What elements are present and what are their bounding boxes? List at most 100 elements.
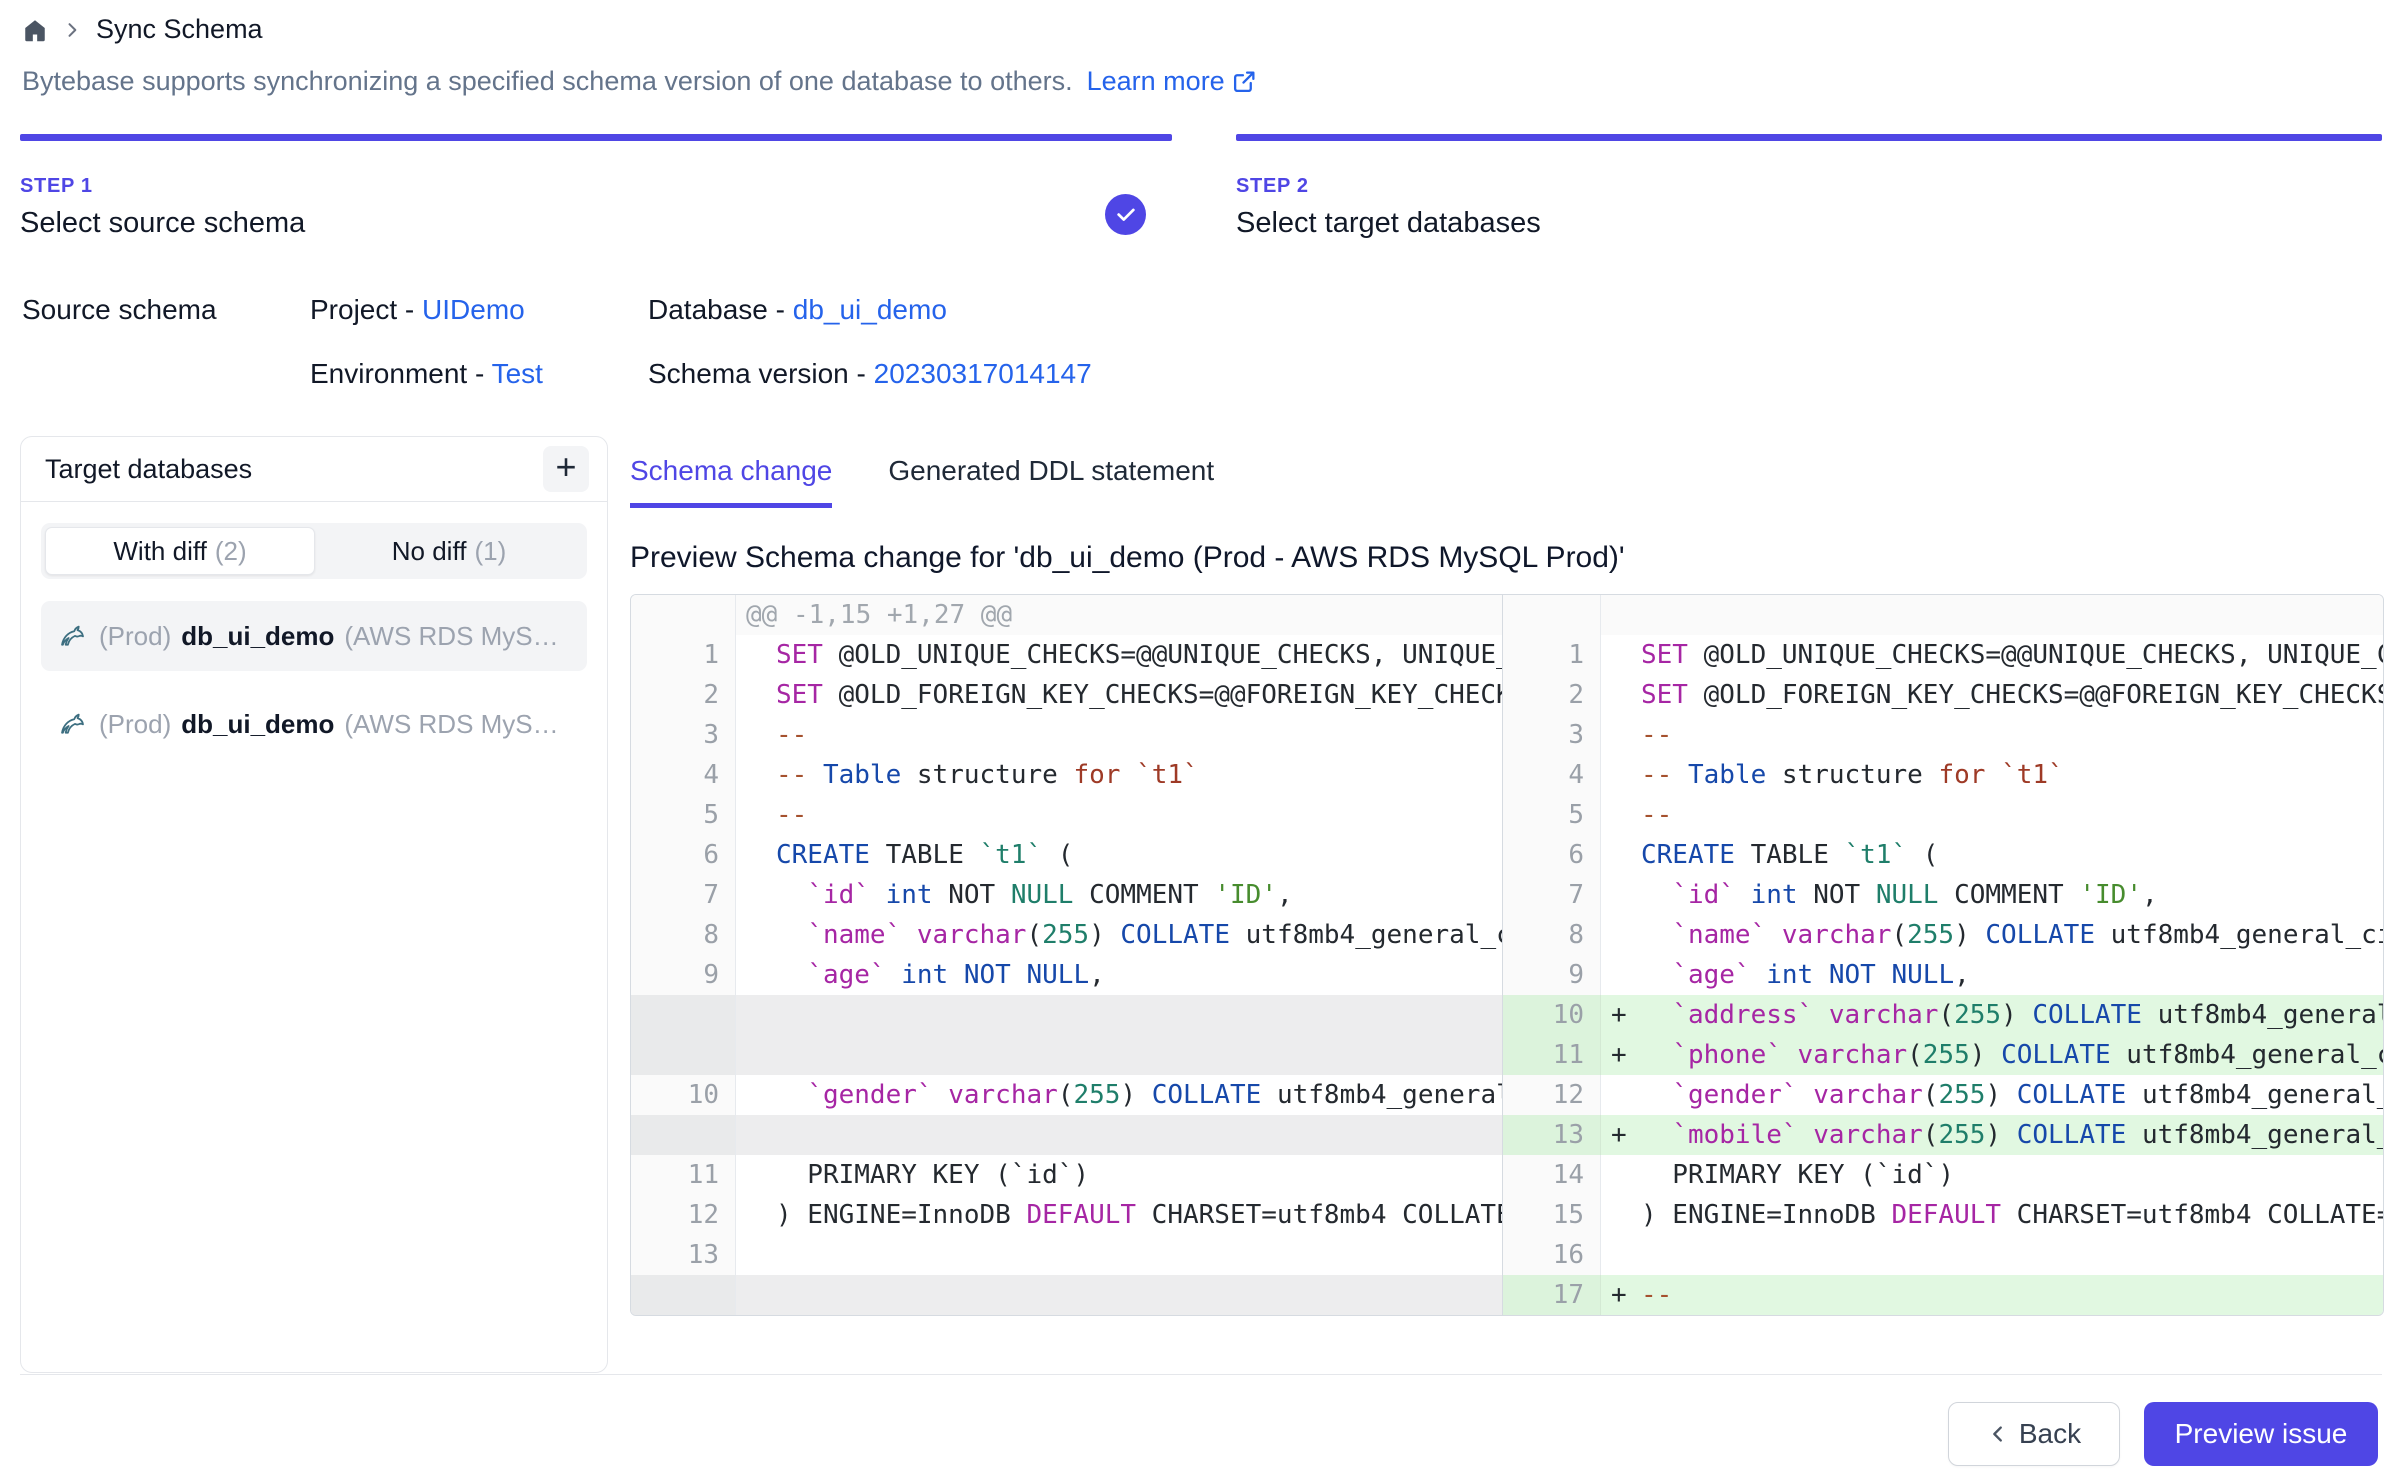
schema-preview-panel: Schema change Generated DDL statement Pr…: [630, 455, 2384, 508]
diff-code-line: @@ -1,15 +1,27 @@: [736, 595, 1503, 635]
diff-code-line: `id` int NOT NULL COMMENT 'ID',: [736, 875, 1503, 915]
back-button[interactable]: Back: [1948, 1402, 2120, 1466]
diff-code-line: `age` int NOT NULL,: [1601, 955, 2383, 995]
diff-code-line: PRIMARY KEY (`id`): [1601, 1155, 2383, 1195]
diff-line-number: 3: [631, 715, 736, 755]
diff-line-number: 9: [1503, 955, 1601, 995]
diff-code-line: PRIMARY KEY (`id`): [736, 1155, 1503, 1195]
diff-code-line: ) ENGINE=InnoDB DEFAULT CHARSET=utf8mb4 …: [736, 1195, 1503, 1235]
diff-code-line: [1601, 1235, 2383, 1275]
database-name: db_ui_demo: [181, 709, 334, 740]
diff-code-line: SET @OLD_UNIQUE_CHECKS=@@UNIQUE_CHECKS, …: [736, 635, 1503, 675]
diff-code-line: SET @OLD_FOREIGN_KEY_CHECKS=@@FOREIGN_KE…: [1601, 675, 2383, 715]
diff-line-number: 1: [631, 635, 736, 675]
diff-line-number: [631, 1275, 736, 1315]
diff-line-number: 10: [1503, 995, 1601, 1035]
diff-code-line: [736, 1235, 1503, 1275]
diff-line-number: [1503, 595, 1601, 635]
database-environment: (Prod): [99, 709, 171, 740]
chevron-left-icon: [1987, 1423, 2009, 1445]
diff-line-number: 13: [631, 1235, 736, 1275]
schema-version-link[interactable]: 20230317014147: [874, 358, 1092, 389]
preview-title: Preview Schema change for 'db_ui_demo (P…: [630, 541, 1625, 575]
diff-code-line: --: [736, 715, 1503, 755]
diff-line-number: [631, 995, 736, 1035]
tab-no-diff[interactable]: No diff(1): [315, 527, 583, 575]
database-instance: (AWS RDS MyS…: [344, 709, 558, 740]
step-2-progress-bar: [1236, 134, 2382, 141]
step-1: STEP 1 Select source schema: [20, 134, 1172, 240]
database-instance: (AWS RDS MyS…: [344, 621, 558, 652]
step-2: STEP 2 Select target databases: [1236, 134, 2382, 240]
target-database-item[interactable]: (Prod) db_ui_demo (AWS RDS MyS…: [41, 689, 587, 759]
diff-line-number: 4: [1503, 755, 1601, 795]
mysql-icon: [55, 621, 89, 651]
tab-schema-change[interactable]: Schema change: [630, 455, 832, 508]
diff-code-line: +--: [1601, 1275, 2383, 1315]
diff-line-number: 2: [1503, 675, 1601, 715]
diff-line-number: 5: [1503, 795, 1601, 835]
diff-code-line: [1601, 595, 2383, 635]
source-project: Project - UIDemo: [310, 294, 648, 326]
schema-diff-view: @@ -1,15 +1,27 @@1SET @OLD_UNIQUE_CHECKS…: [630, 594, 2384, 1316]
diff-code-line: [736, 995, 1503, 1035]
tab-generated-ddl[interactable]: Generated DDL statement: [888, 455, 1214, 503]
diff-line-number: 12: [1503, 1075, 1601, 1115]
diff-code-line: [736, 1115, 1503, 1155]
mysql-icon: [55, 709, 89, 739]
preview-tabs: Schema change Generated DDL statement: [630, 455, 2384, 508]
diff-line-number: [631, 1035, 736, 1075]
add-target-database-button[interactable]: +: [543, 446, 589, 492]
diff-line-number: 11: [631, 1155, 736, 1195]
footer-actions: Back Preview issue: [1948, 1402, 2378, 1466]
diff-code-line: [736, 1035, 1503, 1075]
diff-line-number: 11: [1503, 1035, 1601, 1075]
diff-code-line: [736, 1275, 1503, 1315]
diff-code-line: -- Table structure for `t1`: [1601, 755, 2383, 795]
diff-line-number: [631, 595, 736, 635]
diff-line-number: [631, 1115, 736, 1155]
diff-line-number: 10: [631, 1075, 736, 1115]
diff-filter-tabs: With diff(2) No diff(1): [41, 523, 587, 579]
diff-line-number: 4: [631, 755, 736, 795]
source-schema-summary: Source schema Project - UIDemo Database …: [22, 288, 1092, 396]
intro-text: Bytebase supports synchronizing a specif…: [22, 66, 1073, 97]
diff-line-number: 8: [631, 915, 736, 955]
step-1-title: Select source schema: [20, 207, 1172, 240]
intro: Bytebase supports synchronizing a specif…: [22, 66, 1257, 97]
diff-line-number: 9: [631, 955, 736, 995]
diff-line-number: 12: [631, 1195, 736, 1235]
diff-code-line: `gender` varchar(255) COLLATE utf8mb4_ge…: [736, 1075, 1503, 1115]
target-databases-panel: Target databases + With diff(2) No diff(…: [20, 436, 608, 1373]
target-databases-header: Target databases +: [21, 437, 607, 501]
target-database-list: (Prod)db_ui_demo(AWS RDS MyS…(Prod)db_ui…: [41, 601, 587, 759]
home-icon[interactable]: [22, 17, 48, 43]
target-database-item[interactable]: (Prod)db_ui_demo(AWS RDS MyS…: [41, 601, 587, 671]
diff-line-number: 8: [1503, 915, 1601, 955]
preview-issue-button[interactable]: Preview issue: [2144, 1402, 2378, 1466]
divider: [21, 501, 607, 502]
tab-with-diff[interactable]: With diff(2): [45, 527, 315, 575]
diff-code-line: CREATE TABLE `t1` (: [736, 835, 1503, 875]
step-1-check-icon: [1105, 194, 1146, 235]
project-link[interactable]: UIDemo: [422, 294, 525, 325]
database-link[interactable]: db_ui_demo: [793, 294, 947, 325]
external-link-icon: [1232, 69, 1257, 94]
diff-code-line: --: [1601, 795, 2383, 835]
step-1-label: STEP 1: [20, 175, 1172, 198]
diff-code-line: -- Table structure for `t1`: [736, 755, 1503, 795]
learn-more-link[interactable]: Learn more: [1087, 66, 1257, 97]
page-title: Sync Schema: [96, 14, 263, 45]
environment-link[interactable]: Test: [492, 358, 543, 389]
stepper: STEP 1 Select source schema STEP 2 Selec…: [20, 134, 2382, 240]
source-schema-version: Schema version - 20230317014147: [648, 358, 1092, 390]
diff-code-line: `id` int NOT NULL COMMENT 'ID',: [1601, 875, 2383, 915]
step-1-progress-bar: [20, 134, 1172, 141]
step-2-label: STEP 2: [1236, 175, 2382, 198]
breadcrumb-chevron-icon: [62, 20, 82, 40]
footer-divider: [20, 1374, 2382, 1375]
diff-code-line: SET @OLD_UNIQUE_CHECKS=@@UNIQUE_CHECKS, …: [1601, 635, 2383, 675]
diff-line-number: 7: [1503, 875, 1601, 915]
diff-line-number: 13: [1503, 1115, 1601, 1155]
diff-code-line: + `mobile` varchar(255) COLLATE utf8mb4_…: [1601, 1115, 2383, 1155]
